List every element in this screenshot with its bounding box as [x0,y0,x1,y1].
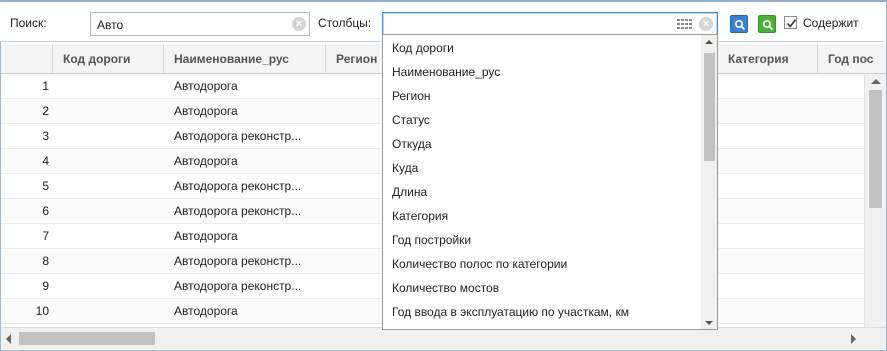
dropdown-option[interactable]: Статус [383,108,701,132]
dropdown-option[interactable]: Количество полос по категории [383,252,701,276]
grid-horizontal-thumb[interactable] [19,332,155,345]
dropdown-option[interactable]: Код дороги [383,36,701,60]
columns-label: Столбцы: [318,16,372,30]
row-number: 4 [42,154,49,168]
row-name-cell: Автодорога [174,304,238,318]
grid-icon[interactable] [677,19,692,30]
columns-select-input[interactable]: × [382,12,718,36]
contains-label: Содержит [803,16,859,30]
search-input[interactable]: Авто × [90,12,310,36]
dropdown-option[interactable]: Наименование_рус [383,60,701,84]
search-input-value: Авто [97,18,124,32]
row-number: 10 [35,304,49,318]
dropdown-scrollbar[interactable] [701,35,717,329]
dropdown-option[interactable]: Количество мостов [383,276,701,300]
search-button[interactable] [730,15,748,33]
row-number: 6 [42,204,49,218]
dropdown-option[interactable]: Длина [383,180,701,204]
row-number: 3 [42,129,49,143]
dropdown-option[interactable]: Опасные участки автодорог [383,324,701,329]
scroll-up-icon[interactable] [871,79,881,84]
clear-columns-icon[interactable]: × [699,17,713,31]
dropdown-option[interactable]: Год постройки [383,228,701,252]
row-number: 2 [42,104,49,118]
dropdown-option[interactable]: Регион [383,84,701,108]
header-year[interactable]: Год пос [818,44,886,74]
row-name-cell: Автодорога реконстр... [174,204,302,218]
scroll-right-icon[interactable] [851,334,856,344]
filter-search-button[interactable] [758,15,776,33]
grid-vertical-thumb[interactable] [869,90,882,208]
dropdown-option[interactable]: Откуда [383,132,701,156]
row-number: 1 [42,79,49,93]
row-name-cell: Автодорога реконстр... [174,179,302,193]
header-rownum [1,44,53,74]
row-name-cell: Автодорога реконстр... [174,129,302,143]
header-name-rus[interactable]: Наименование_рус [164,44,326,74]
row-number: 7 [42,229,49,243]
scroll-left-icon[interactable] [6,334,11,344]
dropdown-scroll-thumb[interactable] [704,53,715,161]
columns-dropdown-list: Код дороги Наименование_рус Регион Статус От… [382,34,718,330]
row-name-cell: Автодорога реконстр... [174,279,302,293]
checkmark-icon [786,19,797,28]
row-name-cell: Автодорога [174,104,238,118]
dropdown-option[interactable]: Год ввода в эксплуатацию по участкам, км [383,300,701,324]
dropdown-option[interactable]: Куда [383,156,701,180]
contains-checkbox[interactable] [784,16,797,29]
row-number: 8 [42,254,49,268]
row-name-cell: Автодорога [174,229,238,243]
clear-search-icon[interactable]: × [292,17,306,31]
header-category[interactable]: Категория [718,44,818,74]
magnifier-green-icon [762,19,774,31]
row-name-cell: Автодорога [174,154,238,168]
dropdown-option[interactable]: Категория [383,204,701,228]
row-number: 5 [42,179,49,193]
row-name-cell: Автодорога реконстр... [174,254,302,268]
dropdown-scroll-down-icon[interactable] [705,321,713,325]
magnifier-icon [734,19,746,31]
row-name-cell: Автодорога [174,79,238,93]
row-number: 9 [42,279,49,293]
dropdown-scroll-up-icon[interactable] [705,40,713,44]
header-road-code[interactable]: Код дороги [53,44,164,74]
search-label: Поиск: [10,16,47,30]
grid-vertical-scrollbar[interactable] [864,74,886,327]
grid-horizontal-scrollbar[interactable] [1,327,886,349]
